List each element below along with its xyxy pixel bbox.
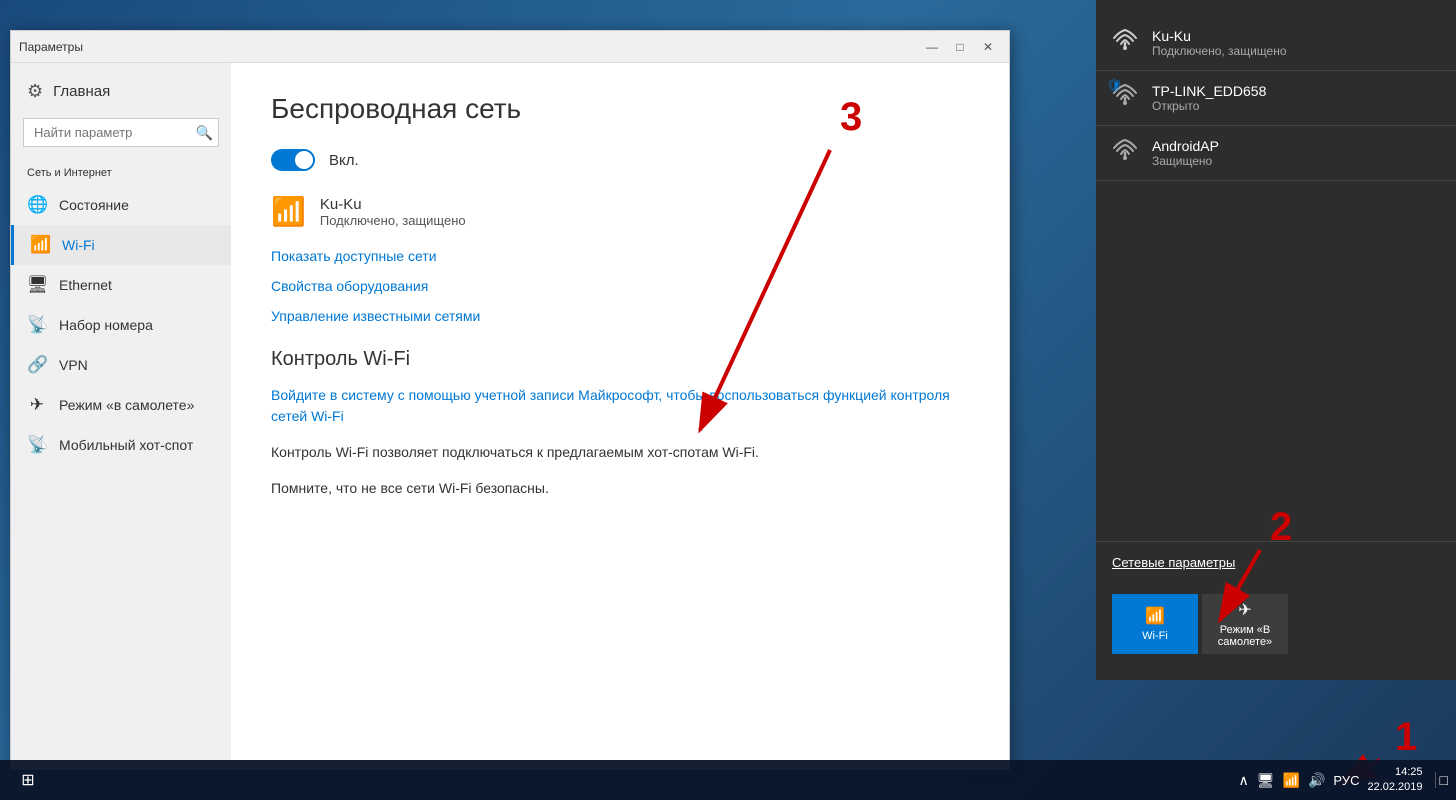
- android-details: AndroidAP Защищено: [1152, 138, 1219, 168]
- network-flyout: Ku-Ku Подключено, защищено 🛡 TP-LINK_EDD…: [1096, 0, 1456, 680]
- kuku-details: Ku-Ku Подключено, защищено: [1152, 28, 1287, 58]
- wifi-sense-text2: Помните, что не все сети Wi-Fi безопасны…: [271, 477, 969, 499]
- network-wifi-icon: 📶: [271, 195, 306, 228]
- android-name: AndroidAP: [1152, 138, 1219, 154]
- flyout-footer: Сетевые параметры: [1096, 541, 1456, 584]
- wifi-quick-icon: 📶: [1145, 606, 1165, 626]
- sidebar-home[interactable]: ⚙ Главная: [11, 73, 231, 110]
- sidebar-item-status[interactable]: 🌐 Состояние: [11, 185, 231, 225]
- tplink-details: TP-LINK_EDD658 Открыто: [1152, 83, 1266, 113]
- gear-icon: ⚙: [27, 81, 43, 102]
- main-content: Беспроводная сеть Вкл. 📶 Ku-Ku Подключен…: [231, 63, 1009, 769]
- tplink-name: TP-LINK_EDD658: [1152, 83, 1266, 99]
- flyout-network-tplink[interactable]: 🛡 TP-LINK_EDD658 Открыто: [1096, 71, 1456, 126]
- network-status: Подключено, защищено: [320, 213, 466, 228]
- network-settings-link[interactable]: Сетевые параметры: [1112, 555, 1235, 570]
- search-box: 🔍: [23, 118, 219, 147]
- section-label: Сеть и Интернет: [11, 155, 231, 185]
- wifi-sense-text1: Контроль Wi-Fi позволяет подключаться к …: [271, 441, 969, 463]
- toggle-label: Вкл.: [329, 152, 359, 169]
- ethernet-label: Ethernet: [59, 277, 112, 293]
- system-clock[interactable]: 14:25 22.02.2019: [1367, 765, 1422, 796]
- window-body: ⚙ Главная 🔍 Сеть и Интернет 🌐 Состояние …: [11, 63, 1009, 769]
- manage-networks-link[interactable]: Управление известными сетями: [271, 308, 480, 324]
- wifi-label: Wi-Fi: [62, 237, 95, 253]
- wifi-sense-title: Контроль Wi-Fi: [271, 348, 969, 371]
- wifi-quick-btn[interactable]: 📶 Wi-Fi: [1112, 594, 1198, 654]
- sidebar-item-vpn[interactable]: 🔗 VPN: [11, 345, 231, 385]
- wifi-toggle[interactable]: [271, 149, 315, 171]
- show-desktop-icon[interactable]: □: [1435, 772, 1448, 788]
- hardware-properties-link[interactable]: Свойства оборудования: [271, 278, 428, 294]
- sidebar-item-dialup[interactable]: 📡 Набор номера: [11, 305, 231, 345]
- tplink-wifi-icon: 🛡: [1112, 84, 1138, 112]
- title-bar: Параметры — □ ✕: [11, 31, 1009, 63]
- wifi-toggle-row: Вкл.: [271, 149, 969, 171]
- page-title: Беспроводная сеть: [271, 93, 969, 125]
- title-controls: — □ ✕: [919, 37, 1001, 57]
- maximize-button[interactable]: □: [947, 37, 973, 57]
- taskbar: ⊞ ∧ 🖥 📶 🔊 РУС 14:25 22.02.2019 □: [0, 760, 1456, 800]
- home-label: Главная: [53, 83, 110, 100]
- dialup-icon: 📡: [27, 315, 47, 335]
- sidebar: ⚙ Главная 🔍 Сеть и Интернет 🌐 Состояние …: [11, 63, 231, 769]
- start-button[interactable]: ⊞: [4, 760, 52, 800]
- kuku-wifi-icon: [1112, 29, 1138, 57]
- connected-network: 📶 Ku-Ku Подключено, защищено: [271, 195, 969, 228]
- status-icon: 🌐: [27, 195, 47, 215]
- vpn-label: VPN: [59, 357, 88, 373]
- airplane-icon: ✈: [27, 395, 47, 415]
- flyout-network-android[interactable]: AndroidAP Защищено: [1096, 126, 1456, 181]
- language-indicator: РУС: [1333, 773, 1359, 788]
- sidebar-item-hotspot[interactable]: 📡 Мобильный хот-спот: [11, 425, 231, 465]
- desktop: Параметры — □ ✕ ⚙ Главная 🔍 Сеть и Интер…: [0, 0, 1456, 800]
- volume-icon[interactable]: 🔊: [1308, 772, 1325, 789]
- minimize-button[interactable]: —: [919, 37, 945, 57]
- sidebar-item-airplane[interactable]: ✈ Режим «в самолете»: [11, 385, 231, 425]
- airplane-label: Режим «в самолете»: [59, 397, 194, 413]
- hotspot-label: Мобильный хот-спот: [59, 437, 193, 453]
- sidebar-item-wifi[interactable]: 📶 Wi-Fi: [11, 225, 231, 265]
- kuku-name: Ku-Ku: [1152, 28, 1287, 44]
- network-tray-icon[interactable]: 🖥: [1257, 772, 1275, 789]
- close-button[interactable]: ✕: [975, 37, 1001, 57]
- network-name: Ku-Ku: [320, 196, 466, 213]
- vpn-icon: 🔗: [27, 355, 47, 375]
- clock-date: 22.02.2019: [1367, 780, 1422, 795]
- airplane-quick-icon: ✈: [1238, 600, 1251, 620]
- taskbar-left: ⊞: [0, 760, 52, 800]
- clock-time: 14:25: [1367, 765, 1422, 780]
- wifi-sense-link[interactable]: Войдите в систему с помощью учетной запи…: [271, 385, 969, 427]
- dialup-label: Набор номера: [59, 317, 153, 333]
- wifi-icon: 📶: [30, 235, 50, 255]
- quick-actions: 📶 Wi-Fi ✈ Режим «В самолете»: [1096, 584, 1456, 664]
- network-info: Ku-Ku Подключено, защищено: [320, 196, 466, 228]
- kuku-status: Подключено, защищено: [1152, 44, 1287, 58]
- ethernet-icon: 🖥: [27, 275, 47, 295]
- flyout-network-kuku[interactable]: Ku-Ku Подключено, защищено: [1096, 16, 1456, 71]
- status-label: Состояние: [59, 197, 129, 213]
- settings-window: Параметры — □ ✕ ⚙ Главная 🔍 Сеть и Интер…: [10, 30, 1010, 770]
- show-networks-link[interactable]: Показать доступные сети: [271, 248, 437, 264]
- sidebar-item-ethernet[interactable]: 🖥 Ethernet: [11, 265, 231, 305]
- airplane-quick-btn[interactable]: ✈ Режим «В самолете»: [1202, 594, 1288, 654]
- airplane-quick-label: Режим «В самолете»: [1202, 624, 1288, 648]
- window-title: Параметры: [19, 40, 83, 54]
- chevron-up-icon[interactable]: ∧: [1239, 772, 1249, 789]
- wifi-tray-icon[interactable]: 📶: [1283, 772, 1300, 789]
- system-tray: ∧ 🖥 📶 🔊 РУС 14:25 22.02.2019 □: [1239, 765, 1448, 796]
- android-status: Защищено: [1152, 154, 1219, 168]
- taskbar-right: ∧ 🖥 📶 🔊 РУС 14:25 22.02.2019 □: [1239, 765, 1456, 796]
- svg-text:1: 1: [1395, 715, 1417, 759]
- wifi-quick-label: Wi-Fi: [1142, 630, 1168, 642]
- search-icon[interactable]: 🔍: [196, 124, 213, 141]
- search-input[interactable]: [23, 118, 219, 147]
- tplink-status: Открыто: [1152, 99, 1266, 113]
- hotspot-icon: 📡: [27, 435, 47, 455]
- android-wifi-icon: [1112, 139, 1138, 167]
